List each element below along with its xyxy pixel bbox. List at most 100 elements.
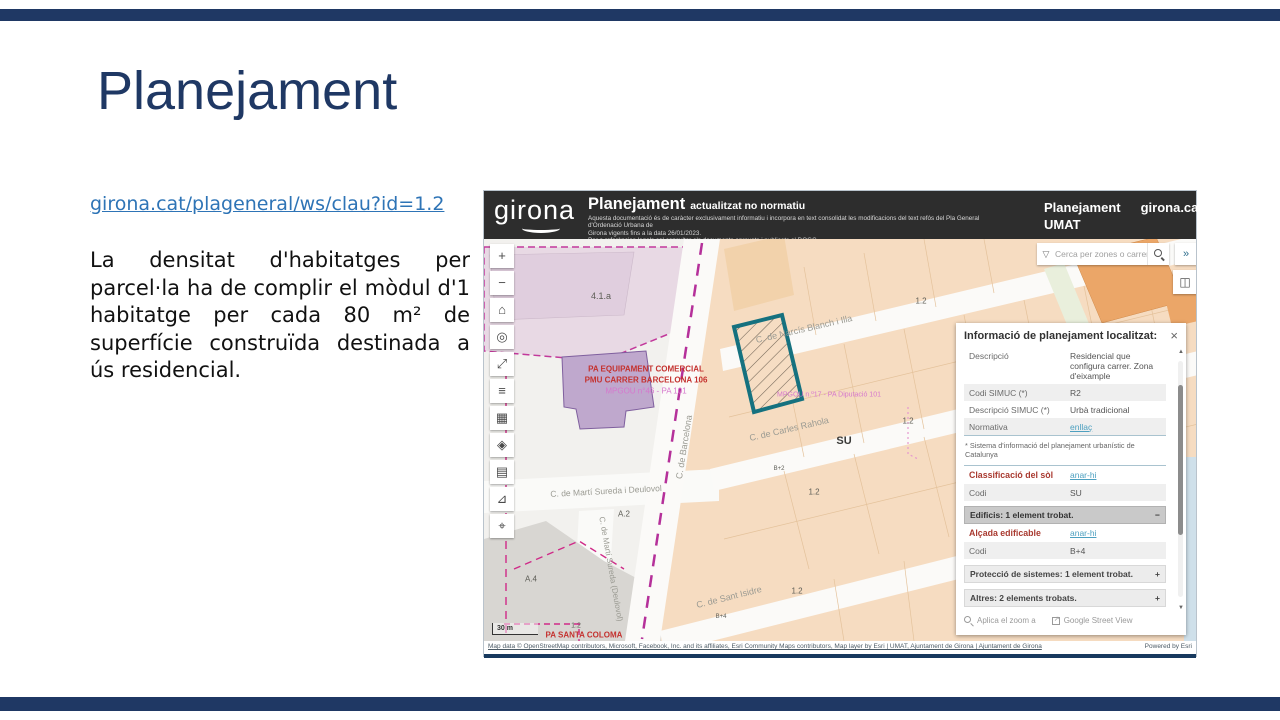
row-label: Codi — [964, 484, 1065, 501]
row-value: Residencial que configura carrer. Zona d… — [1065, 347, 1166, 384]
presentation-slide: Planejament girona.cat/plageneral/ws/cla… — [0, 0, 1280, 720]
filter-icon[interactable]: ▽ — [1037, 243, 1055, 265]
map-label: A.4 — [525, 575, 537, 584]
app-title: Planejament actualitzat no normatiu — [588, 195, 805, 214]
search-bar: ▽ — [1037, 243, 1169, 265]
info-panel: Informació de planejament localitzat: × … — [956, 323, 1186, 635]
table-row: Codi B+4 — [964, 542, 1166, 559]
row-value: R2 — [1065, 384, 1166, 401]
disclaimer-line-1: Aquesta documentació és de caràcter excl… — [588, 215, 1008, 230]
map-scale-bar: 30 m — [492, 623, 538, 635]
row-label: Codi SIMUC (*) — [964, 384, 1065, 401]
nav-gironacat[interactable]: girona.cat — [1141, 200, 1203, 215]
street-view-action[interactable]: Google Street View — [1052, 616, 1133, 625]
expand-icon: + — [1155, 569, 1160, 579]
app-screenshot: girona Planejament actualitzat no normati… — [483, 190, 1197, 657]
nav-umat[interactable]: UMAT — [1044, 217, 1223, 232]
documents-button[interactable]: ◫ — [1173, 270, 1196, 294]
row-label: Normativa — [964, 418, 1065, 435]
nav-planejament[interactable]: Planejament — [1044, 200, 1121, 215]
row-label: Codi — [964, 542, 1065, 559]
section-header-label: Protecció de sistemes: 1 element trobat. — [970, 569, 1133, 579]
panel-actions: Aplica el zoom a Google Street View — [964, 616, 1166, 625]
legend-button[interactable]: ≡ — [490, 379, 514, 403]
map-attribution-bar: Map data © OpenStreetMap contributors, M… — [484, 641, 1196, 654]
slide-top-accent-bar — [0, 9, 1280, 21]
disclaimer-line-2: Girona vigents fins a la data 26/01/2023… — [588, 230, 1008, 237]
alcada-section: Alçada edificable anar-hi — [964, 524, 1166, 542]
app-header-nav: Planejament girona.cat UMAT — [1044, 200, 1223, 232]
section-title: Alçada edificable — [964, 524, 1065, 542]
map-label: 1.2 — [915, 297, 926, 306]
map-label: 1.2 — [571, 623, 581, 630]
zoom-to-icon — [964, 616, 973, 625]
row-label: Descripció SIMUC (*) — [964, 401, 1065, 418]
measure-button[interactable]: ⊿ — [490, 487, 514, 511]
search-input[interactable] — [1055, 243, 1147, 265]
close-icon[interactable]: × — [1170, 328, 1178, 343]
girona-logo-arc — [522, 224, 560, 233]
map-label: A.2 — [618, 510, 630, 519]
row-label: Descripció — [964, 347, 1065, 384]
map-label: MPGOU n°46 - PA 101 — [605, 387, 686, 396]
map-label: PMU CARRER BARCELONA 106 — [585, 376, 708, 385]
edificis-section-header[interactable]: Edificis: 1 element trobat. − — [964, 506, 1166, 524]
body-paragraph: La densitat d'habitatges per parcel·la h… — [90, 247, 470, 385]
locate-button[interactable]: ◎ — [490, 325, 514, 349]
planejament-rows: Descripció Residencial que configura car… — [964, 347, 1166, 436]
map-label: MPGOU n.º17 - PA Diputació 101 — [777, 392, 881, 399]
scrollbar-thumb[interactable] — [1178, 385, 1183, 535]
map-label: PA SANTA COLOMA — [546, 631, 623, 640]
pan-button[interactable]: ⌖ — [490, 514, 514, 538]
map-label: PA EQUIPAMENT COMERCIAL — [588, 365, 704, 374]
expand-search-button[interactable]: » — [1175, 243, 1196, 265]
info-panel-title: Informació de planejament localitzat: — [964, 330, 1178, 342]
classificacio-section: Classificació del sòl anar-hi — [964, 465, 1166, 484]
normativa-link[interactable]: enllaç — [1070, 422, 1092, 432]
slide-bottom-accent-bar — [0, 697, 1280, 711]
row-value: Urbà tradicional — [1065, 401, 1166, 418]
attribution-text[interactable]: Map data © OpenStreetMap contributors, M… — [488, 641, 1042, 653]
basemap-button[interactable]: ▦ — [490, 406, 514, 430]
powered-by-esri: Powered by Esri — [1145, 641, 1192, 653]
collapse-icon: − — [1155, 510, 1160, 520]
home-button[interactable]: ⌂ — [490, 298, 514, 322]
alcada-goto-link[interactable]: anar-hi — [1070, 528, 1096, 538]
altres-section-header[interactable]: Altres: 2 elements trobats. + — [964, 589, 1166, 607]
map-label: SU — [836, 435, 851, 447]
map-label: B+4 — [716, 614, 727, 620]
zoom-to-action[interactable]: Aplica el zoom a — [964, 616, 1036, 625]
table-row: Descripció Residencial que configura car… — [964, 347, 1166, 384]
classificacio-goto-link[interactable]: anar-hi — [1070, 470, 1096, 480]
zoom-to-label: Aplica el zoom a — [977, 616, 1036, 625]
map-toolbar: + − ⌂ ◎ ⤢ ≡ ▦ ◈ ▤ ⊿ ⌖ — [490, 244, 514, 541]
full-extent-button[interactable]: ⤢ — [490, 352, 514, 376]
external-link-icon — [1052, 617, 1060, 625]
search-button[interactable] — [1147, 243, 1169, 265]
panel-scrollbar: ▲ ▼ — [1175, 349, 1184, 611]
simuc-footnote: * Sistema d'informació del planejament u… — [964, 436, 1166, 465]
row-value: SU — [1065, 484, 1166, 501]
map-viewport[interactable]: + − ⌂ ◎ ⤢ ≡ ▦ ◈ ▤ ⊿ ⌖ ▽ » ◫ 4.1.a PA EQUIPAMENT COM… — [484, 239, 1196, 641]
proteccio-section-header[interactable]: Protecció de sistemes: 1 element trobat.… — [964, 565, 1166, 583]
section-header-label: Altres: 2 elements trobats. — [970, 593, 1077, 603]
map-label: 1.2 — [791, 587, 802, 596]
table-row: Codi SIMUC (*) R2 — [964, 384, 1166, 401]
table-row: Codi SU — [964, 484, 1166, 501]
print-button[interactable]: ▤ — [490, 460, 514, 484]
table-row: Descripció SIMUC (*) Urbà tradicional — [964, 401, 1166, 418]
layers-button[interactable]: ◈ — [490, 433, 514, 457]
table-row: Normativa enllaç — [964, 418, 1166, 435]
section-title: Classificació del sòl — [964, 466, 1065, 484]
girona-url-link[interactable]: girona.cat/plageneral/ws/clau?id=1.2 — [90, 193, 444, 215]
app-title-text: Planejament — [588, 195, 685, 213]
app-header: girona Planejament actualitzat no normati… — [484, 191, 1196, 239]
scroll-down-icon[interactable]: ▼ — [1178, 605, 1184, 611]
scroll-up-icon[interactable]: ▲ — [1178, 349, 1184, 355]
row-value: B+4 — [1065, 542, 1166, 559]
girona-logo: girona — [494, 195, 575, 226]
app-subtitle: actualitzat no normatiu — [690, 200, 805, 212]
zoom-in-button[interactable]: + — [490, 244, 514, 268]
map-label: 4.1.a — [591, 291, 611, 301]
zoom-out-button[interactable]: − — [490, 271, 514, 295]
